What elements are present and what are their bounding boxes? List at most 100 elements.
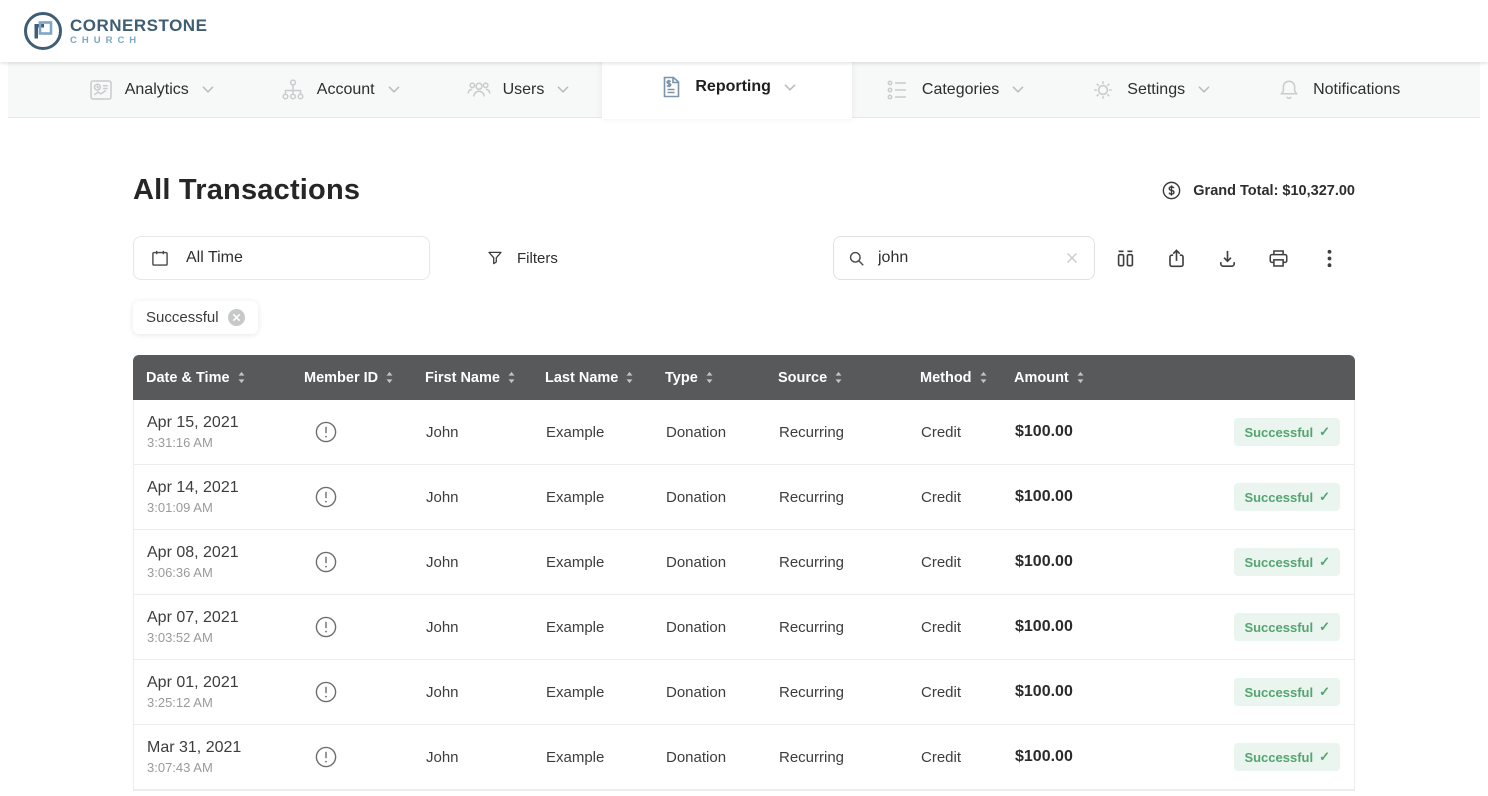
nav-item-label: Settings: [1127, 81, 1185, 99]
cell-member-id: [305, 485, 426, 509]
cell-date-time: Apr 07, 20213:03:52 AM: [147, 609, 305, 645]
cell-status: Successful✓: [1234, 418, 1340, 446]
cell-status: Successful✓: [1234, 613, 1340, 641]
nav-item-notifications[interactable]: Notifications: [1243, 62, 1433, 118]
reporting-icon: [658, 74, 684, 100]
chevron-down-icon: [388, 85, 400, 94]
column-header-member-id[interactable]: Member ID: [304, 370, 425, 386]
alert-circle-icon[interactable]: [314, 485, 338, 509]
cell-date-time: Apr 01, 20213:25:12 AM: [147, 674, 305, 710]
column-header-label: Method: [920, 370, 972, 386]
nav-item-account[interactable]: Account: [247, 62, 433, 118]
nav-item-users[interactable]: Users: [433, 62, 603, 118]
table-row[interactable]: Apr 07, 20213:03:52 AMJohnExampleDonatio…: [134, 595, 1354, 660]
column-header-first-name[interactable]: First Name: [425, 370, 545, 386]
alert-circle-icon[interactable]: [314, 615, 338, 639]
column-header-last-name[interactable]: Last Name: [545, 370, 665, 386]
grand-total-label: Grand Total: $10,327.00: [1193, 183, 1355, 199]
filters-button[interactable]: Filters: [486, 249, 558, 267]
remove-chip-icon[interactable]: [228, 309, 245, 326]
column-header-date-time[interactable]: Date & Time: [146, 370, 304, 386]
check-icon: ✓: [1319, 749, 1330, 765]
search-input[interactable]: [878, 249, 1051, 267]
alert-circle-icon[interactable]: [314, 420, 338, 444]
column-header-label: Member ID: [304, 370, 378, 386]
chevron-down-icon: [784, 83, 796, 92]
download-icon: [1216, 247, 1239, 270]
page-title: All Transactions: [133, 174, 360, 207]
cell-last-name: Example: [546, 749, 666, 766]
brand-subname: CHURCH: [70, 36, 207, 46]
cell-source: Recurring: [779, 489, 921, 506]
cell-source: Recurring: [779, 619, 921, 636]
nav-item-label: Reporting: [695, 78, 771, 96]
cell-status: Successful✓: [1234, 483, 1340, 511]
brand-logo[interactable]: CORNERSTONE CHURCH: [22, 10, 207, 52]
nav-item-categories[interactable]: Categories: [852, 62, 1057, 118]
search-icon: [847, 249, 866, 268]
filter-chip-successful[interactable]: Successful: [133, 301, 258, 334]
column-header-label: Date & Time: [146, 370, 230, 386]
table-row[interactable]: Apr 01, 20213:25:12 AMJohnExampleDonatio…: [134, 660, 1354, 725]
cell-first-name: John: [426, 554, 546, 571]
alert-circle-icon[interactable]: [314, 550, 338, 574]
column-header-amount[interactable]: Amount: [1014, 370, 1150, 386]
column-header-source[interactable]: Source: [778, 370, 920, 386]
app-header: CORNERSTONE CHURCH: [0, 0, 1488, 62]
account-icon: [280, 77, 306, 103]
export-button[interactable]: [1151, 236, 1202, 280]
table-row[interactable]: Mar 31, 20213:07:43 AMJohnExampleDonatio…: [134, 725, 1354, 790]
date-range-select[interactable]: All Time: [133, 236, 430, 280]
alert-circle-icon[interactable]: [314, 745, 338, 769]
sort-icon: [705, 371, 714, 384]
cell-type: Donation: [666, 684, 779, 701]
status-badge: Successful✓: [1234, 613, 1340, 641]
cell-method: Credit: [921, 619, 1015, 636]
export-icon: [1165, 247, 1188, 270]
cell-date-time: Apr 14, 20213:01:09 AM: [147, 479, 305, 515]
status-badge: Successful✓: [1234, 678, 1340, 706]
column-header-type[interactable]: Type: [665, 370, 778, 386]
download-button[interactable]: [1202, 236, 1253, 280]
dollar-circle-icon: [1161, 180, 1182, 201]
clear-search-icon[interactable]: [1063, 249, 1081, 267]
cell-status: Successful✓: [1234, 678, 1340, 706]
check-icon: ✓: [1319, 489, 1330, 505]
cell-last-name: Example: [546, 619, 666, 636]
users-icon: [466, 77, 492, 103]
cell-amount: $100.00: [1015, 488, 1151, 506]
kebab-icon: [1318, 247, 1341, 270]
status-badge: Successful✓: [1234, 548, 1340, 576]
settings-icon: [1090, 77, 1116, 103]
cell-method: Credit: [921, 554, 1015, 571]
transactions-table: Date & Time Member ID First NameLast Name T…: [133, 355, 1355, 791]
cell-member-id: [305, 550, 426, 574]
table-row[interactable]: Apr 15, 20213:31:16 AMJohnExampleDonatio…: [134, 400, 1354, 465]
chevron-down-icon: [1012, 85, 1024, 94]
sort-icon: [979, 371, 988, 384]
column-header-label: Last Name: [545, 370, 618, 386]
nav-item-settings[interactable]: Settings: [1057, 62, 1243, 118]
alert-circle-icon[interactable]: [314, 680, 338, 704]
column-header-method[interactable]: Method: [920, 370, 1014, 386]
cell-date-time: Mar 31, 20213:07:43 AM: [147, 739, 305, 775]
kebab-button[interactable]: [1304, 236, 1355, 280]
table-row[interactable]: Apr 14, 20213:01:09 AMJohnExampleDonatio…: [134, 465, 1354, 530]
cell-last-name: Example: [546, 554, 666, 571]
print-button[interactable]: [1253, 236, 1304, 280]
cell-member-id: [305, 615, 426, 639]
columns-button[interactable]: [1100, 236, 1151, 280]
table-row[interactable]: Apr 08, 20213:06:36 AMJohnExampleDonatio…: [134, 530, 1354, 595]
nav-item-analytics[interactable]: Analytics: [55, 62, 247, 118]
cell-source: Recurring: [779, 684, 921, 701]
nav-item-label: Notifications: [1313, 81, 1400, 99]
filter-chip-label: Successful: [146, 309, 219, 326]
cell-status: Successful✓: [1234, 548, 1340, 576]
cell-type: Donation: [666, 749, 779, 766]
cell-method: Credit: [921, 749, 1015, 766]
brand-name: CORNERSTONE: [70, 17, 207, 34]
table-header-row: Date & Time Member ID First NameLast Name T…: [133, 355, 1355, 400]
cell-source: Recurring: [779, 749, 921, 766]
nav-item-reporting[interactable]: Reporting: [602, 56, 852, 119]
cell-source: Recurring: [779, 424, 921, 441]
